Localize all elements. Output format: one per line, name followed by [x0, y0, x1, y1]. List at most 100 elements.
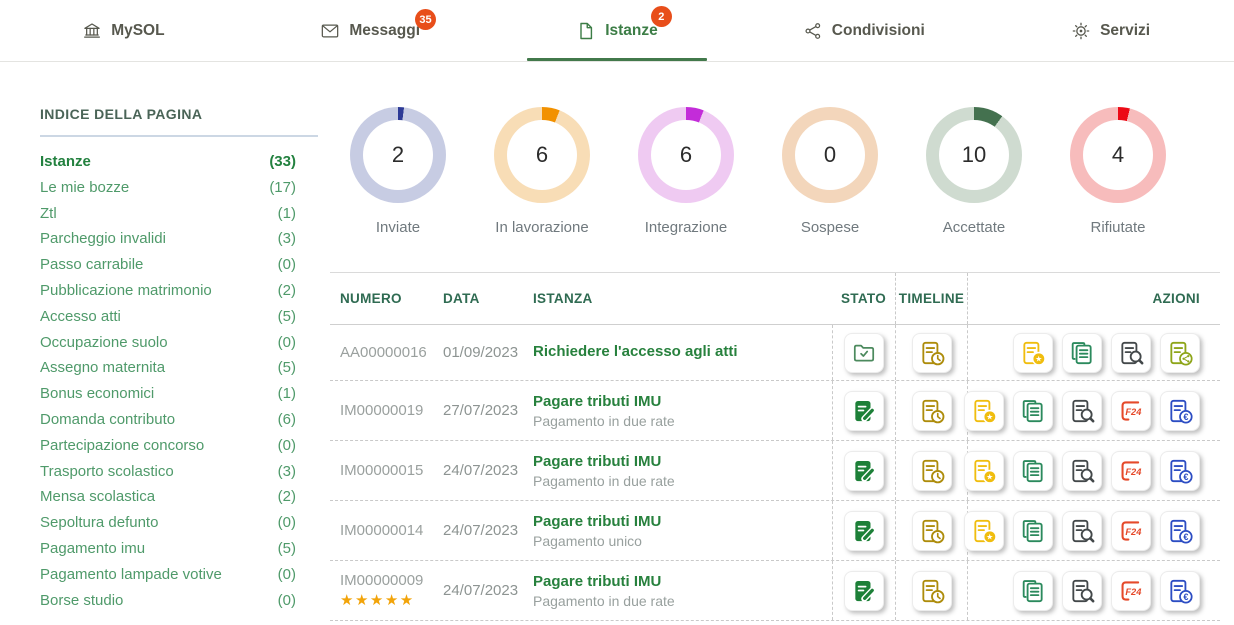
- donut-in-lavorazione[interactable]: 6 In lavorazione: [494, 107, 590, 236]
- copy-document-icon[interactable]: [1013, 571, 1053, 611]
- nav-item-mysol[interactable]: MySOL: [0, 0, 247, 61]
- copy-document-icon[interactable]: [1062, 333, 1102, 373]
- share-document-icon[interactable]: [1160, 333, 1200, 373]
- edit-status-icon[interactable]: [844, 451, 884, 491]
- sidebar-item-partecipazione-concorso[interactable]: Partecipazione concorso(0): [40, 437, 318, 463]
- rate-document-icon[interactable]: [964, 511, 1004, 551]
- row-number: AA00000016: [340, 344, 443, 361]
- donut-sospese[interactable]: 0 Sospese: [782, 107, 878, 236]
- sidebar-item-accesso-atti[interactable]: Accesso atti(5): [40, 308, 318, 334]
- edit-status-icon[interactable]: [844, 391, 884, 431]
- copy-document-icon[interactable]: [1013, 511, 1053, 551]
- f24-form-icon[interactable]: [1111, 571, 1151, 611]
- sidebar-item-mensa-scolastica[interactable]: Mensa scolastica(2): [40, 488, 318, 514]
- sidebar-item-trasporto-scolastico[interactable]: Trasporto scolastico(3): [40, 463, 318, 489]
- donut-rifiutate[interactable]: 4 Rifiutate: [1070, 107, 1166, 236]
- rate-document-icon[interactable]: [964, 451, 1004, 491]
- status-donut-charts: 2 Inviate 6 In lavorazione 6 Integrazion…: [330, 62, 1220, 236]
- donut-value: 0: [795, 120, 865, 190]
- donut-label: Sospese: [782, 219, 878, 236]
- nav-item-servizi[interactable]: Servizi: [987, 0, 1234, 61]
- istanze-count-badge: 2: [651, 6, 672, 27]
- timeline-icon[interactable]: [912, 451, 952, 491]
- col-timeline: TIMELINE: [895, 273, 967, 324]
- azioni-cell: [967, 381, 1220, 440]
- istanza-title-link[interactable]: Pagare tributi IMU: [533, 453, 832, 470]
- f24-form-icon[interactable]: [1111, 451, 1151, 491]
- accepted-folder-icon[interactable]: [844, 333, 884, 373]
- rate-document-icon[interactable]: [964, 391, 1004, 431]
- view-document-icon[interactable]: [1062, 511, 1102, 551]
- pay-euro-icon[interactable]: [1160, 391, 1200, 431]
- view-document-icon[interactable]: [1062, 451, 1102, 491]
- timeline-cell: [895, 381, 967, 440]
- timeline-icon[interactable]: [912, 511, 952, 551]
- donut-value: 6: [651, 120, 721, 190]
- stato-cell: [832, 381, 895, 440]
- sidebar-item-parcheggio-invalidi[interactable]: Parcheggio invalidi(3): [40, 230, 318, 256]
- timeline-icon[interactable]: [912, 571, 952, 611]
- copy-document-icon[interactable]: [1013, 451, 1053, 491]
- istanza-title-link[interactable]: Pagare tributi IMU: [533, 573, 832, 590]
- timeline-icon[interactable]: [912, 391, 952, 431]
- view-document-icon[interactable]: [1111, 333, 1151, 373]
- f24-form-icon[interactable]: [1111, 511, 1151, 551]
- col-azioni: AZIONI: [967, 273, 1220, 324]
- edit-status-icon[interactable]: [844, 571, 884, 611]
- sidebar-item-domanda-contributo[interactable]: Domanda contributo(6): [40, 411, 318, 437]
- row-number: IM00000009★★★★★: [340, 572, 443, 609]
- sidebar-item-ztl[interactable]: Ztl(1): [40, 205, 318, 231]
- view-document-icon[interactable]: [1062, 571, 1102, 611]
- pay-euro-icon[interactable]: [1160, 451, 1200, 491]
- col-istanza: ISTANZA: [533, 291, 832, 306]
- sidebar-item-pagamento-lampade-votive[interactable]: Pagamento lampade votive(0): [40, 566, 318, 592]
- azioni-cell: [967, 441, 1220, 500]
- view-document-icon[interactable]: [1062, 391, 1102, 431]
- nav-item-messaggi[interactable]: Messaggi 35: [247, 0, 494, 61]
- nav-item-condivisioni[interactable]: Condivisioni: [740, 0, 987, 61]
- sidebar-item-sepoltura-defunto[interactable]: Sepoltura defunto(0): [40, 514, 318, 540]
- timeline-cell: [895, 441, 967, 500]
- azioni-cell: [967, 561, 1220, 620]
- sidebar-item-passo-carrabile[interactable]: Passo carrabile(0): [40, 256, 318, 282]
- stato-cell: [832, 441, 895, 500]
- sidebar-item-pagamento-imu[interactable]: Pagamento imu(5): [40, 540, 318, 566]
- donut-ring: 2: [350, 107, 446, 203]
- sidebar-item-assegno-maternita[interactable]: Assegno maternita(5): [40, 359, 318, 385]
- donut-value: 6: [507, 120, 577, 190]
- f24-form-icon[interactable]: [1111, 391, 1151, 431]
- active-tab-underline: [527, 58, 707, 61]
- donut-ring: 4: [1070, 107, 1166, 203]
- nav-label: Condivisioni: [832, 22, 925, 40]
- sidebar-item-le-mie-bozze[interactable]: Le mie bozze(17): [40, 179, 318, 205]
- istanza-title-link[interactable]: Richiedere l'accesso agli atti: [533, 343, 832, 360]
- sidebar-item-occupazione-suolo[interactable]: Occupazione suolo(0): [40, 334, 318, 360]
- donut-integrazione[interactable]: 6 Integrazione: [638, 107, 734, 236]
- timeline-icon[interactable]: [912, 333, 952, 373]
- sidebar-item-pubblicazione-matrimonio[interactable]: Pubblicazione matrimonio(2): [40, 282, 318, 308]
- azioni-cell: [967, 501, 1220, 560]
- col-data: DATA: [443, 291, 533, 306]
- donut-label: In lavorazione: [494, 219, 590, 236]
- donut-accettate[interactable]: 10 Accettate: [926, 107, 1022, 236]
- nav-item-istanze[interactable]: Istanze 2: [494, 0, 741, 61]
- row-date: 01/09/2023: [443, 344, 533, 361]
- row-number: IM00000014: [340, 522, 443, 539]
- pay-euro-icon[interactable]: [1160, 511, 1200, 551]
- istanze-table: NUMERO DATA ISTANZA STATO TIMELINE AZION…: [330, 272, 1220, 621]
- nav-label: Messaggi: [349, 22, 420, 40]
- row-date: 24/07/2023: [443, 522, 533, 539]
- sidebar-divider: [40, 135, 318, 137]
- istanza-title-link[interactable]: Pagare tributi IMU: [533, 513, 832, 530]
- sidebar-item-bonus-economici[interactable]: Bonus economici(1): [40, 385, 318, 411]
- copy-document-icon[interactable]: [1013, 391, 1053, 431]
- sidebar-item-borse-studio[interactable]: Borse studio(0): [40, 592, 318, 618]
- row-date: 24/07/2023: [443, 462, 533, 479]
- sidebar-item-istanze[interactable]: Istanze(33): [40, 153, 318, 179]
- pay-euro-icon[interactable]: [1160, 571, 1200, 611]
- donut-inviate[interactable]: 2 Inviate: [350, 107, 446, 236]
- istanza-title-link[interactable]: Pagare tributi IMU: [533, 393, 832, 410]
- nav-label: Istanze: [605, 22, 658, 40]
- rate-document-icon[interactable]: [1013, 333, 1053, 373]
- edit-status-icon[interactable]: [844, 511, 884, 551]
